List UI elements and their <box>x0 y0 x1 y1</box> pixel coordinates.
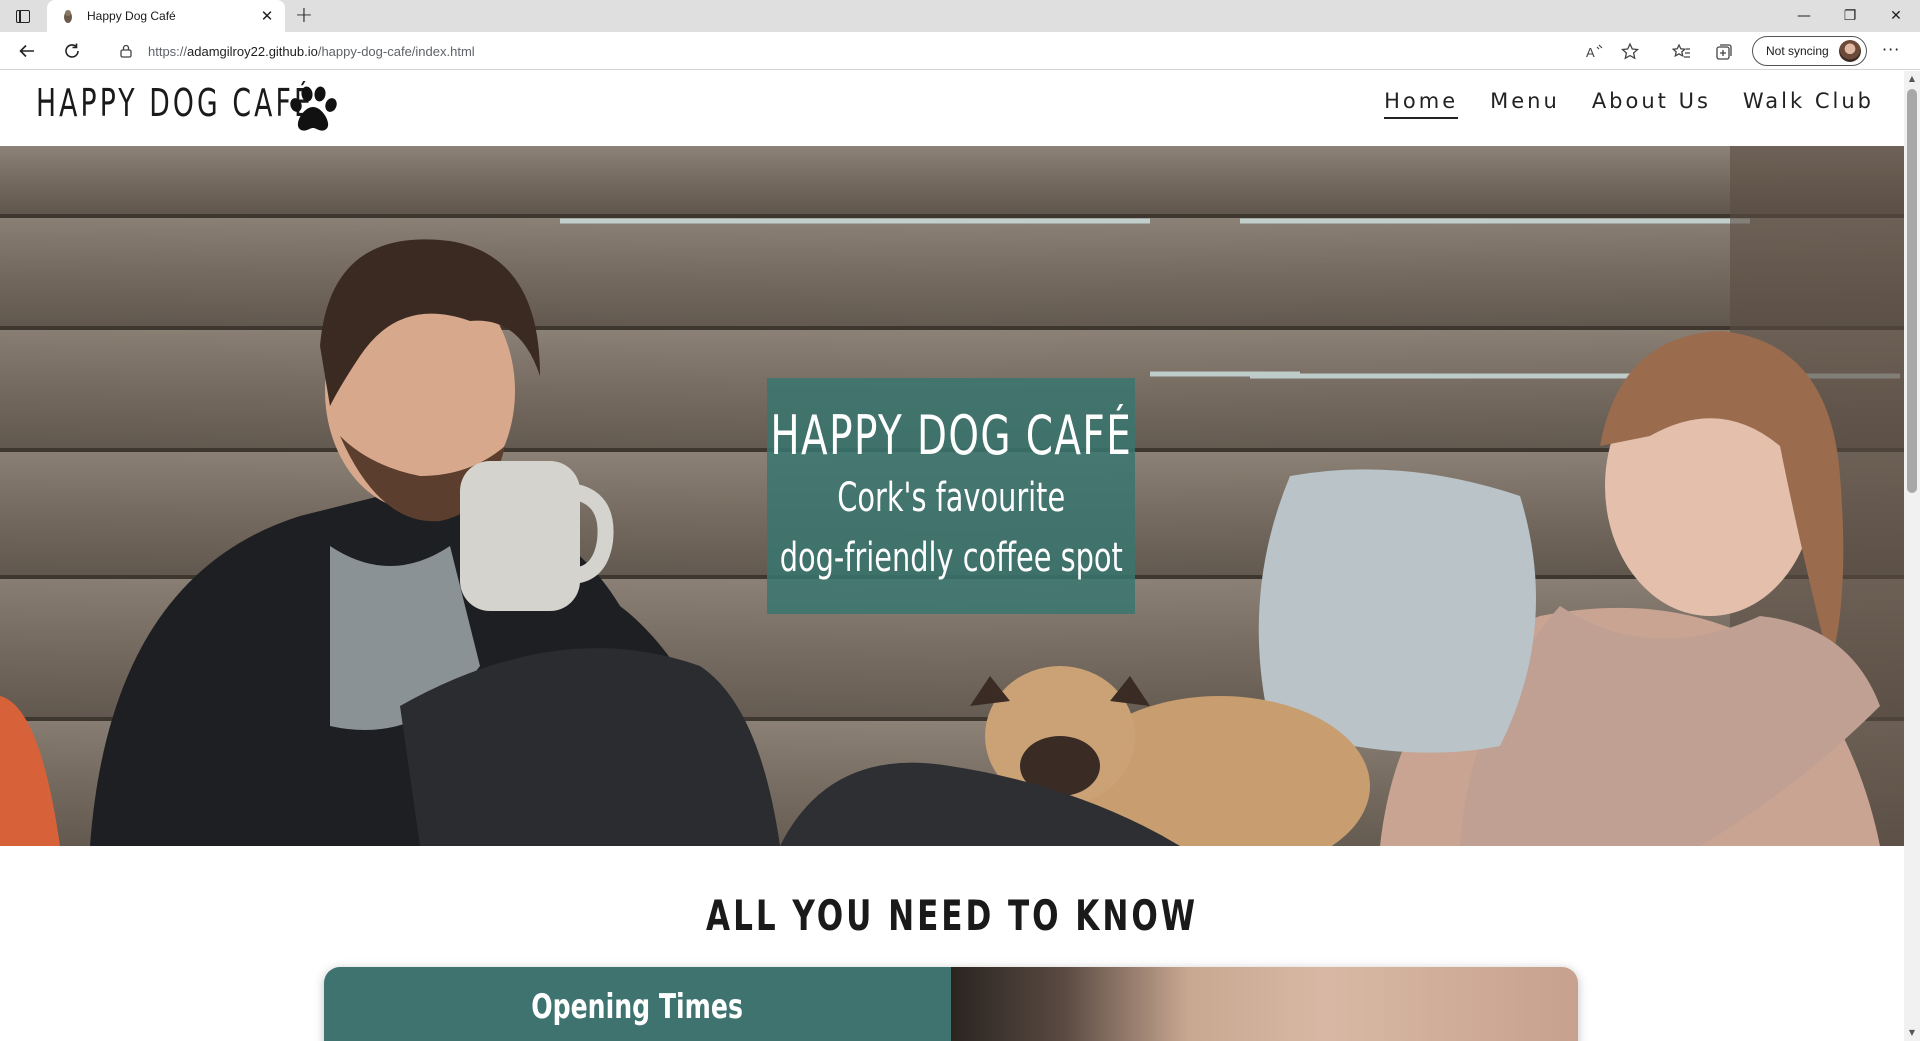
dog-favicon-icon <box>61 8 75 24</box>
tab-title: Happy Dog Café <box>87 9 176 23</box>
page-viewport: HAPPY DOG CAFÉ Home Menu About Us Walk C… <box>0 71 1904 1041</box>
scrollbar-thumb[interactable] <box>1907 89 1917 493</box>
section-title: ALL YOU NEED TO KNOW <box>706 891 1198 940</box>
nav-link-walk-club[interactable]: Walk Club <box>1743 89 1874 119</box>
window-close-icon[interactable]: ✕ <box>1884 4 1908 28</box>
hero-section: HAPPY DOG CAFÉ Cork's favourite dog-frie… <box>0 146 1904 846</box>
coffee-photo <box>951 967 1578 1041</box>
tab-actions-icon[interactable] <box>12 7 34 25</box>
read-aloud-icon[interactable]: A <box>1583 41 1605 63</box>
page-scrollbar[interactable]: ▲ ▼ <box>1904 71 1920 1041</box>
tab-close-icon[interactable]: ✕ <box>259 8 275 24</box>
opening-times-card: Opening Times <box>324 967 1578 1041</box>
minimize-icon[interactable]: — <box>1792 4 1816 28</box>
main-nav: Home Menu About Us Walk Club <box>1384 89 1874 119</box>
address-bar[interactable]: https://adamgilroy22.github.io/happy-dog… <box>108 36 1748 66</box>
restore-icon[interactable]: ❐ <box>1838 4 1862 28</box>
favorite-star-icon[interactable] <box>1619 41 1641 63</box>
svg-text:A: A <box>1586 45 1595 60</box>
opening-times-panel: Opening Times <box>324 967 951 1041</box>
collections-icon[interactable] <box>1713 41 1735 63</box>
logo-text: HAPPY DOG CAFÉ <box>36 81 314 125</box>
hero-title: HAPPY DOG CAFÉ <box>770 404 1132 467</box>
scroll-up-icon[interactable]: ▲ <box>1904 71 1920 87</box>
address-toolbar: https://adamgilroy22.github.io/happy-dog… <box>0 32 1920 70</box>
sync-status-label: Not syncing <box>1766 44 1829 58</box>
url-text[interactable]: https://adamgilroy22.github.io/happy-dog… <box>148 44 475 59</box>
hero-banner: HAPPY DOG CAFÉ Cork's favourite dog-frie… <box>767 378 1135 614</box>
nav-link-home[interactable]: Home <box>1384 89 1459 119</box>
new-tab-icon[interactable]: + <box>292 4 316 28</box>
back-icon[interactable] <box>15 39 39 63</box>
profile-sync-button[interactable]: Not syncing <box>1752 36 1867 66</box>
nav-link-menu[interactable]: Menu <box>1490 89 1560 119</box>
nav-link-about-us[interactable]: About Us <box>1592 89 1711 119</box>
site-logo-link[interactable]: HAPPY DOG CAFÉ <box>36 81 337 131</box>
favorites-icon[interactable] <box>1670 41 1692 63</box>
profile-avatar <box>1839 40 1861 62</box>
paw-icon <box>290 86 337 131</box>
scroll-down-icon[interactable]: ▼ <box>1904 1025 1920 1041</box>
more-menu-icon[interactable]: ··· <box>1882 40 1900 59</box>
hero-subtitle-line-1: Cork's favourite <box>837 475 1065 521</box>
hero-subtitle-line-2: dog-friendly coffee spot <box>779 535 1123 581</box>
refresh-icon[interactable] <box>60 39 84 63</box>
lock-icon[interactable] <box>118 43 134 59</box>
site-header: HAPPY DOG CAFÉ Home Menu About Us Walk C… <box>0 71 1904 146</box>
browser-tab[interactable]: Happy Dog Café ✕ <box>47 0 285 32</box>
card-heading: Opening Times <box>531 987 744 1027</box>
browser-tab-bar: Happy Dog Café ✕ + — ❐ ✕ <box>0 0 1920 32</box>
